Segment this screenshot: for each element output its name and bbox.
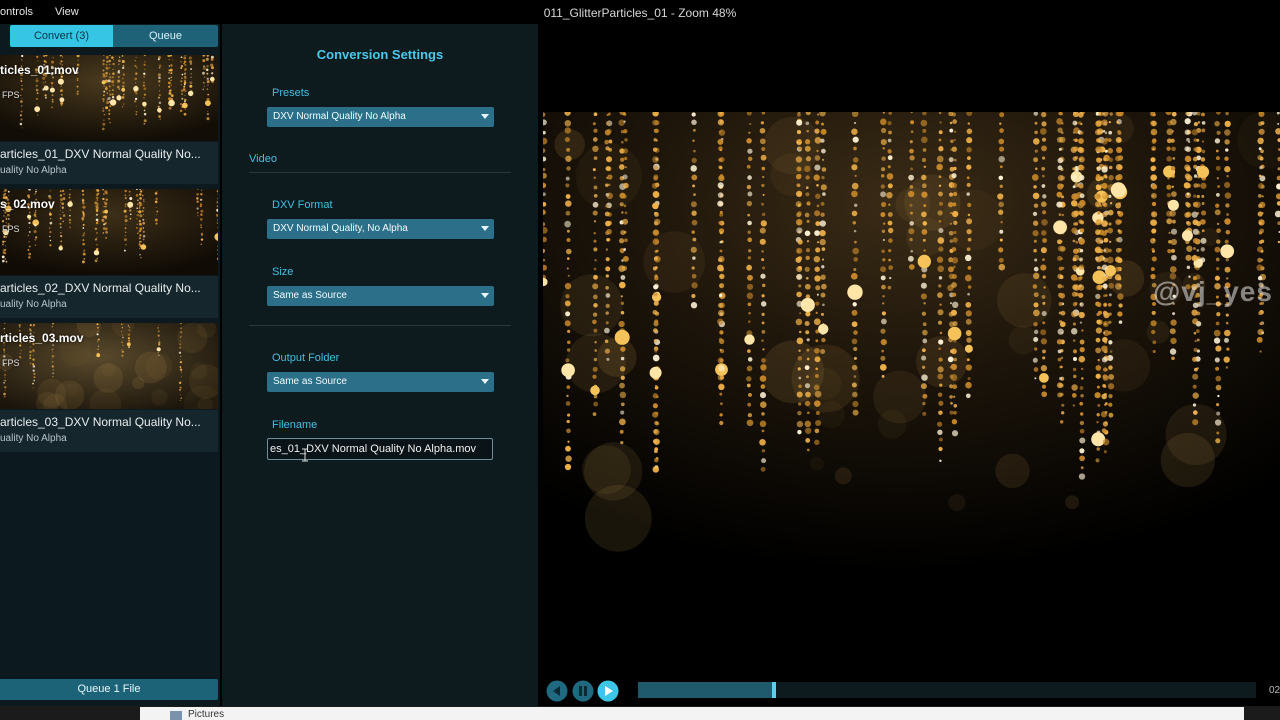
preview-area: @vj_yes [540, 24, 1280, 676]
progress-fill [638, 682, 774, 698]
output-folder-dropdown[interactable]: Same as Source [267, 372, 494, 392]
source-fps: FPS [2, 358, 20, 368]
source-filename: s_02.mov [0, 197, 55, 211]
output-filename: articles_01_DXV Normal Quality No... [0, 147, 201, 161]
chevron-down-icon [481, 114, 489, 119]
presets-label: Presets [272, 87, 310, 99]
dxv-format-dropdown[interactable]: DXV Normal Quality, No Alpha [267, 219, 494, 239]
transport-bar: 02 [540, 676, 1280, 706]
pause-button[interactable] [572, 680, 594, 702]
panel-tabs: Convert (3) Queue [0, 25, 218, 47]
chevron-down-icon [481, 379, 489, 384]
presets-dropdown[interactable]: DXV Normal Quality No Alpha [267, 107, 494, 127]
output-row[interactable]: articles_03_DXV Normal Quality No... ual… [0, 410, 218, 452]
size-label: Size [272, 266, 294, 278]
settings-heading: Conversion Settings [316, 47, 444, 62]
window-title: 011_GlitterParticles_01 - Zoom 48% [543, 6, 737, 20]
source-card[interactable]: ticles_01.mov FPS [0, 55, 218, 141]
explorer-title: Pictures [188, 709, 225, 720]
dxv-format-value: DXV Normal Quality, No Alpha [273, 223, 408, 234]
text-cursor-icon [302, 448, 308, 462]
source-card[interactable]: rticles_03.mov FPS [0, 323, 218, 409]
section-divider [249, 325, 511, 326]
tab-convert[interactable]: Convert (3) [10, 25, 113, 47]
timecode: 02 [1269, 685, 1280, 696]
conversion-settings-panel: Conversion Settings Presets DXV Normal Q… [222, 24, 538, 706]
filename-input[interactable]: es_01_DXV Normal Quality No Alpha.mov [267, 438, 493, 460]
output-quality: uality No Alpha [0, 433, 67, 444]
dxv-format-label: DXV Format [272, 199, 333, 211]
menu-bar: ontrols View 011_GlitterParticles_01 - Z… [0, 0, 1280, 24]
tab-queue[interactable]: Queue [113, 25, 218, 47]
convert-list-panel: Convert (3) Queue ticles_01.mov FPS arti… [0, 24, 220, 706]
output-quality: uality No Alpha [0, 165, 67, 176]
video-preview[interactable] [543, 112, 1280, 572]
size-value: Same as Source [273, 290, 347, 301]
explorer-window [140, 707, 1244, 720]
queue-files-button[interactable]: Queue 1 File [0, 679, 218, 700]
output-folder-value: Same as Source [273, 376, 347, 387]
presets-value: DXV Normal Quality No Alpha [273, 111, 406, 122]
size-dropdown[interactable]: Same as Source [267, 286, 494, 306]
source-fps: FPS [2, 224, 20, 234]
chevron-down-icon [481, 293, 489, 298]
output-filename: articles_02_DXV Normal Quality No... [0, 281, 201, 295]
source-filename: rticles_03.mov [0, 331, 84, 345]
output-row[interactable]: articles_02_DXV Normal Quality No... ual… [0, 276, 218, 318]
taskbar: Pictures [0, 706, 1280, 720]
chevron-down-icon [481, 226, 489, 231]
watermark-text: @vj_yes [1153, 276, 1273, 307]
playback-progress-bar[interactable] [638, 682, 1256, 698]
filename-label: Filename [272, 419, 318, 431]
output-quality: uality No Alpha [0, 299, 67, 310]
source-fps: FPS [2, 90, 20, 100]
source-filename: ticles_01.mov [0, 63, 79, 77]
play-button[interactable] [597, 680, 619, 702]
section-divider [249, 172, 511, 173]
output-filename: articles_03_DXV Normal Quality No... [0, 415, 201, 429]
folder-icon [170, 711, 182, 720]
progress-handle[interactable] [771, 682, 776, 698]
output-row[interactable]: articles_01_DXV Normal Quality No... ual… [0, 142, 218, 184]
source-card[interactable]: s_02.mov FPS [0, 189, 218, 275]
video-section-label: Video [249, 153, 277, 165]
step-back-button[interactable] [546, 680, 568, 702]
output-folder-label: Output Folder [272, 352, 340, 364]
